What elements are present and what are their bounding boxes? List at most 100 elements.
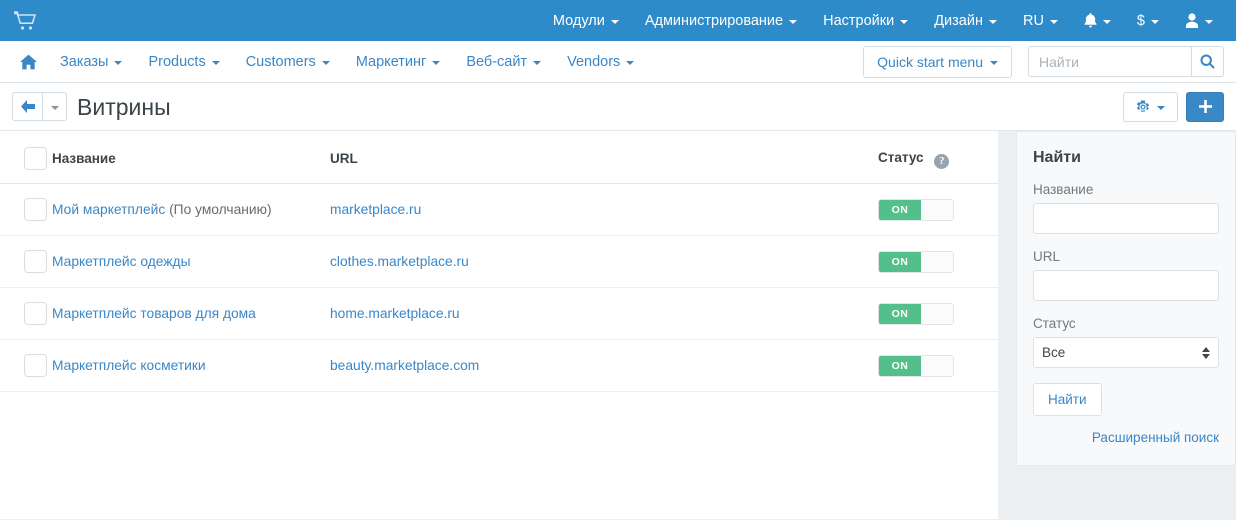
nav-item-orders[interactable]: Заказы — [47, 47, 135, 77]
topnav-item-settings[interactable]: Настройки — [810, 6, 921, 36]
row-select-cell — [0, 287, 52, 340]
add-storefront-button[interactable] — [1186, 91, 1224, 122]
advanced-search-link[interactable]: Расширенный поиск — [1092, 430, 1219, 445]
plus-icon — [1198, 100, 1212, 113]
row-name-cell: Маркетплейс одежды — [52, 235, 330, 288]
search-submit-button[interactable]: Найти — [1033, 383, 1102, 416]
nav-item-home[interactable] — [10, 50, 47, 74]
row-url-cell: clothes.marketplace.ru — [330, 235, 878, 288]
nav-item-customers[interactable]: Customers — [233, 47, 343, 77]
storefront-name-link[interactable]: Маркетплейс косметики — [52, 358, 206, 373]
row-checkbox[interactable] — [24, 302, 47, 325]
advanced-search-wrap: Расширенный поиск — [1033, 430, 1219, 445]
storefront-url-link[interactable]: home.marketplace.ru — [330, 306, 460, 321]
row-select-cell — [0, 339, 52, 392]
row-checkbox[interactable] — [24, 198, 47, 221]
nav-item-website[interactable]: Веб-сайт — [453, 47, 554, 77]
global-search-input[interactable] — [1028, 46, 1191, 77]
topnav-item-currency[interactable]: $ — [1124, 6, 1172, 36]
column-label-url: URL — [330, 151, 358, 166]
table-row[interactable]: Маркетплейс товаров для дома home.market… — [0, 287, 998, 340]
help-icon[interactable]: ? — [934, 153, 950, 169]
chevron-down-icon — [432, 60, 441, 65]
status-toggle[interactable]: ON — [878, 302, 954, 325]
select-all-checkbox[interactable] — [24, 147, 47, 170]
storefront-default-label: (По умолчанию) — [169, 202, 272, 217]
status-toggle-knob — [921, 303, 953, 324]
row-url-cell: marketplace.ru — [330, 183, 878, 236]
chevron-down-icon — [1151, 19, 1159, 24]
search-status-select[interactable]: Все — [1033, 337, 1219, 368]
chevron-down-icon — [900, 19, 909, 24]
status-toggle-knob — [921, 355, 953, 376]
back-button[interactable] — [12, 92, 43, 121]
nav-item-marketing[interactable]: Маркетинг — [343, 47, 454, 77]
top-menu: Модули Администрирование Настройки Дизай… — [540, 6, 1226, 36]
status-toggle[interactable]: ON — [878, 354, 954, 377]
topnav-label-language: RU — [1022, 12, 1044, 29]
topnav-item-notifications[interactable] — [1071, 7, 1124, 34]
storefront-url-link[interactable]: clothes.marketplace.ru — [330, 254, 469, 269]
topnav-label-settings: Настройки — [823, 12, 895, 29]
row-url-cell: home.marketplace.ru — [330, 287, 878, 340]
page-title: Витрины — [77, 93, 171, 120]
spinner-arrows-icon — [1202, 346, 1210, 359]
back-button-group — [12, 92, 67, 121]
chevron-down-icon — [789, 19, 798, 24]
row-status-cell: ON — [878, 235, 998, 288]
chevron-down-icon — [988, 19, 997, 24]
row-name-cell: Мой маркетплейс (По умолчанию) — [52, 183, 330, 236]
storefront-name-link[interactable]: Маркетплейс одежды — [52, 254, 191, 269]
topnav-item-user[interactable] — [1172, 7, 1226, 34]
search-status-selected-value: Все — [1042, 345, 1066, 360]
storefront-name-link[interactable]: Маркетплейс товаров для дома — [52, 306, 256, 321]
table-body: Мой маркетплейс (По умолчанию) marketpla… — [0, 183, 998, 392]
column-header-url[interactable]: URL — [330, 131, 878, 184]
topnav-item-language[interactable]: RU — [1010, 6, 1071, 36]
page-title-bar: Витрины — [0, 83, 1236, 131]
column-header-status[interactable]: Статус ? — [878, 131, 998, 184]
topnav-item-administration[interactable]: Администрирование — [632, 6, 810, 36]
nav-item-vendors[interactable]: Vendors — [554, 47, 647, 77]
select-all-cell — [0, 131, 52, 184]
chevron-down-icon — [114, 60, 123, 65]
quick-start-menu-button[interactable]: Quick start menu — [863, 45, 1012, 78]
search-url-input[interactable] — [1033, 270, 1219, 301]
topnav-item-modules[interactable]: Модули — [540, 6, 632, 36]
storefront-name-link[interactable]: Мой маркетплейс — [52, 202, 165, 217]
status-toggle[interactable]: ON — [878, 198, 954, 221]
search-name-input[interactable] — [1033, 203, 1219, 234]
table-row[interactable]: Маркетплейс одежды clothes.marketplace.r… — [0, 235, 998, 288]
status-toggle[interactable]: ON — [878, 250, 954, 273]
row-status-cell: ON — [878, 339, 998, 392]
chevron-down-icon — [533, 60, 542, 65]
back-history-dropdown[interactable] — [43, 92, 67, 121]
row-checkbox[interactable] — [24, 250, 47, 273]
sidebar-column: Найти Название URL Статус Все Найти Расш… — [1016, 131, 1236, 519]
row-status-cell: ON — [878, 183, 998, 236]
chevron-down-icon — [1205, 19, 1213, 24]
storefront-url-link[interactable]: beauty.marketplace.com — [330, 358, 479, 373]
table-row[interactable]: Мой маркетплейс (По умолчанию) marketpla… — [0, 183, 998, 236]
gear-icon — [1137, 99, 1149, 112]
column-label-name: Название — [52, 151, 116, 166]
search-icon — [1200, 54, 1215, 69]
chevron-down-icon — [1157, 105, 1165, 110]
nav-item-products[interactable]: Products — [135, 47, 232, 77]
settings-dropdown-button[interactable] — [1123, 91, 1178, 122]
topnav-label-modules: Модули — [552, 12, 605, 29]
user-icon — [1186, 13, 1198, 28]
page-body: Название URL Статус ? Мой маркетплейс (П… — [0, 131, 1236, 519]
row-select-cell — [0, 235, 52, 288]
row-url-cell: beauty.marketplace.com — [330, 339, 878, 392]
global-search-button[interactable] — [1191, 46, 1224, 77]
brand-cart-button[interactable] — [14, 10, 36, 31]
topnav-item-design[interactable]: Дизайн — [921, 6, 1010, 36]
topnav-label-currency: $ — [1136, 12, 1145, 29]
storefront-url-link[interactable]: marketplace.ru — [330, 202, 421, 217]
table-row[interactable]: Маркетплейс косметики beauty.marketplace… — [0, 339, 998, 392]
column-header-name[interactable]: Название — [52, 131, 330, 184]
row-checkbox[interactable] — [24, 354, 47, 377]
status-toggle-label: ON — [879, 199, 921, 220]
status-toggle-knob — [921, 199, 953, 220]
